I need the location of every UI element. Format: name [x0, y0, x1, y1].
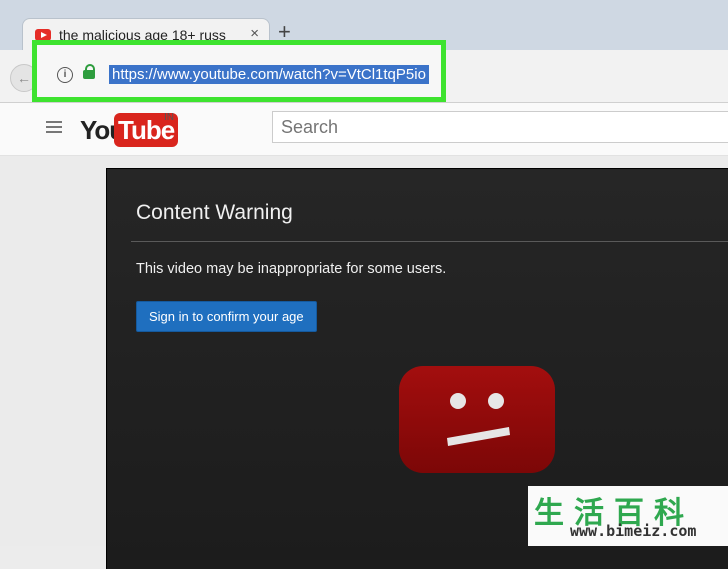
watermark-url: www.bimeiz.com	[570, 522, 697, 540]
new-tab-button[interactable]: +	[278, 21, 291, 43]
lock-icon[interactable]	[83, 64, 95, 79]
url-text[interactable]: https://www.youtube.com/watch?v=VtCl1tqP…	[109, 65, 429, 84]
sign-in-confirm-age-button[interactable]: Sign in to confirm your age	[136, 301, 317, 332]
search-input[interactable]	[272, 111, 728, 143]
hamburger-menu-icon[interactable]	[46, 121, 62, 133]
youtube-header: You Tube IN	[0, 103, 728, 156]
content-warning-title: Content Warning	[136, 201, 293, 224]
content-warning-text: This video may be inappropriate for some…	[136, 261, 447, 277]
logo-country-code: IN	[164, 112, 174, 123]
address-bar[interactable]: i https://www.youtube.com/watch?v=VtCl1t…	[45, 62, 443, 88]
sad-face-icon	[399, 366, 555, 473]
address-bar-highlight: i https://www.youtube.com/watch?v=VtCl1t…	[32, 40, 446, 102]
divider	[131, 241, 728, 242]
info-icon[interactable]: i	[57, 67, 73, 83]
watermark: 生活百科 www.bimeiz.com	[528, 486, 728, 546]
arrow-left-icon: ←	[17, 70, 31, 86]
